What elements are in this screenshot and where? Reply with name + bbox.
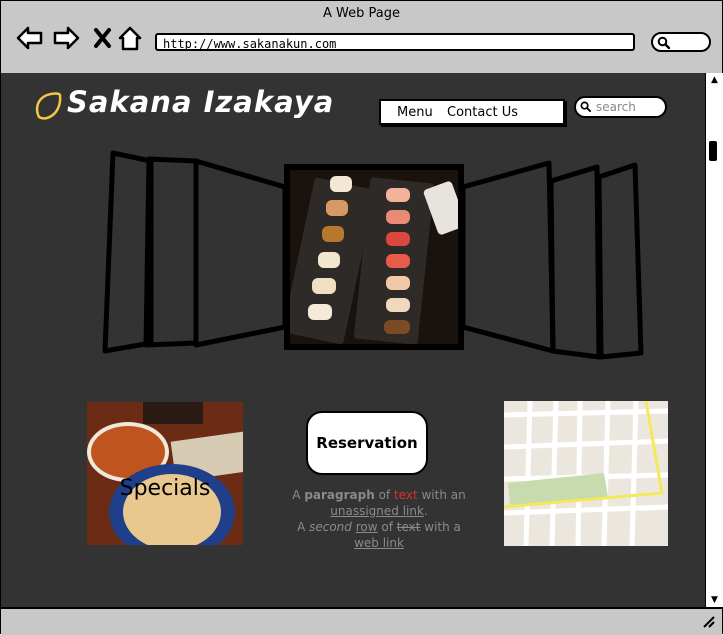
window-title: A Web Page: [323, 6, 400, 21]
lemon-logo-icon: [35, 92, 62, 120]
nav-menu-link[interactable]: Menu: [397, 105, 433, 120]
site-nav: Menu Contact Us: [379, 99, 565, 125]
site-brand[interactable]: Sakana Izakaya: [67, 85, 334, 119]
status-bar: [1, 607, 722, 635]
browser-window: A Web Page http://www.sakanakun.com Saka…: [0, 0, 723, 635]
vertical-scrollbar[interactable]: ▲ ▼: [705, 73, 723, 607]
resize-grip-icon[interactable]: [702, 615, 716, 629]
search-placeholder: search: [596, 100, 636, 114]
scroll-down-arrow-icon[interactable]: ▼: [708, 595, 721, 605]
address-bar[interactable]: http://www.sakanakun.com: [155, 33, 635, 51]
unassigned-link[interactable]: unassigned link: [330, 504, 424, 518]
search-icon: [580, 101, 591, 112]
close-x-icon[interactable]: [91, 25, 119, 51]
map-streets: [504, 401, 668, 546]
carousel-center-photo[interactable]: [284, 164, 464, 350]
scrollbar-thumb[interactable]: [709, 141, 717, 161]
highlighted-text: text: [393, 488, 418, 502]
reservation-button[interactable]: Reservation: [306, 411, 428, 475]
web-link[interactable]: web link: [354, 536, 404, 550]
search-icon: [657, 36, 670, 49]
home-icon[interactable]: [117, 25, 145, 51]
browser-search-field[interactable]: [651, 32, 711, 52]
site-search-input[interactable]: search: [574, 96, 667, 118]
back-arrow-icon[interactable]: [15, 25, 43, 51]
location-map[interactable]: [504, 401, 668, 546]
specials-card[interactable]: Specials: [87, 402, 243, 545]
browser-titlebar: A Web Page http://www.sakanakun.com: [1, 1, 722, 75]
bold-text: paragraph: [304, 488, 375, 502]
forward-arrow-icon[interactable]: [53, 25, 81, 51]
scroll-up-arrow-icon[interactable]: ▲: [708, 75, 721, 85]
specials-label: Specials: [119, 476, 211, 501]
nav-contact-link[interactable]: Contact Us: [447, 105, 518, 120]
intro-paragraph: A paragraph of text with an unassigned l…: [292, 488, 466, 550]
row-link[interactable]: row: [356, 520, 378, 534]
